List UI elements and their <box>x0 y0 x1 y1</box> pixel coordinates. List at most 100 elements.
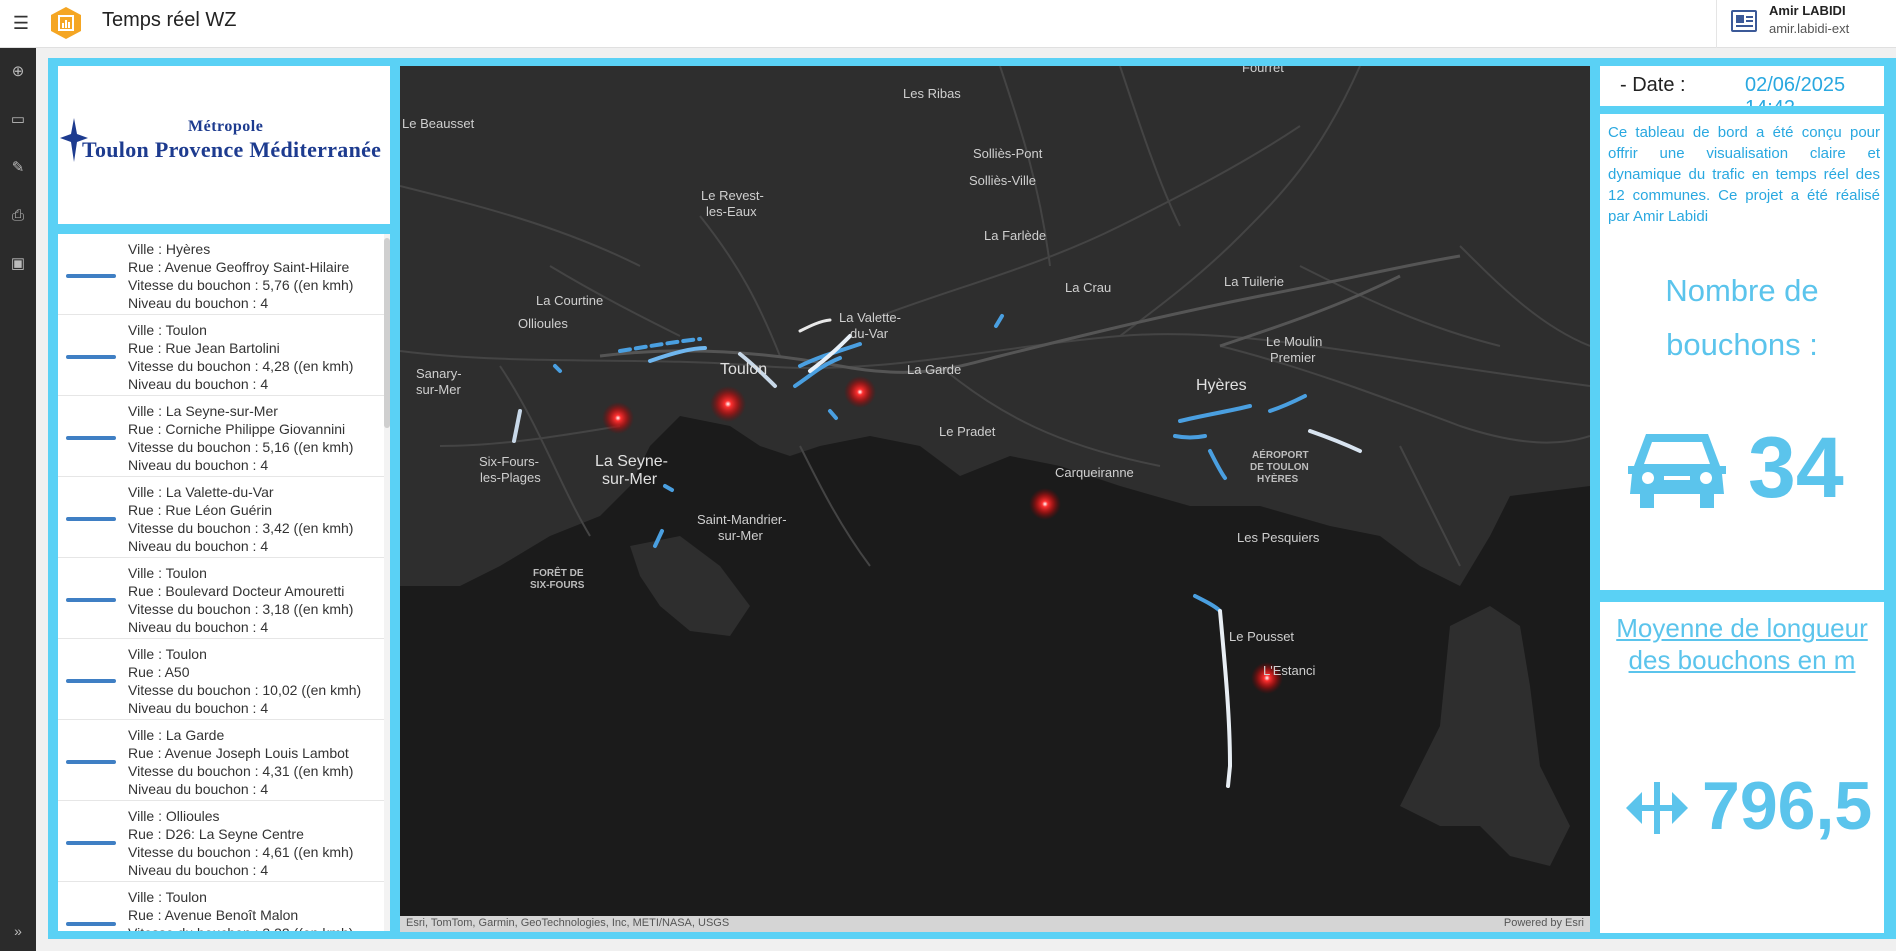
jam-ville: Ville : La Seyne-sur-Mer <box>128 403 278 419</box>
logo-line-1: Métropole <box>188 118 264 135</box>
jam-niveau: Niveau du bouchon : 4 <box>128 619 269 635</box>
jam-count-indicator[interactable]: Nombre de bouchons : 34 <box>1600 254 1884 590</box>
jam-count-value: 34 <box>1748 420 1844 516</box>
avg-length-indicator[interactable]: Moyenne de longueur des bouchons en m 79… <box>1600 602 1884 933</box>
jam-rue: Rue : Boulevard Docteur Amouretti <box>128 583 345 599</box>
jam-list-scroll-thumb[interactable] <box>384 238 390 428</box>
map-label-le-moulin-1: Le Moulin <box>1266 334 1323 349</box>
user-card-icon <box>1731 10 1757 32</box>
map-label-le-pradet: Le Pradet <box>939 424 996 439</box>
map-label-lestanci: L'Estanci <box>1263 663 1316 678</box>
jam-list-item[interactable]: Ville : Toulon Rue : A50 Vitesse du boucho… <box>58 639 384 720</box>
dashboard: Métropole Toulon Provence Méditerranée V… <box>48 58 1896 939</box>
jam-vitesse: Vitesse du bouchon : 3,42 ((en kmh) <box>128 520 354 536</box>
left-toolbar: ⊕ ▭ ✎ ⎙ ▣ » <box>0 48 36 951</box>
jam-vitesse: Vitesse du bouchon : 5,16 ((en kmh) <box>128 439 354 455</box>
top-bar: ☰ Temps réel WZ Amir LABIDI amir.labidi-… <box>0 0 1896 48</box>
map-label-la-tuilerie: La Tuilerie <box>1224 274 1284 289</box>
expand-icon[interactable]: » <box>6 919 30 943</box>
avg-length-title[interactable]: Moyenne de longueur des bouchons en m <box>1600 612 1884 676</box>
jam-list-item[interactable]: Ville : La Garde Rue : Avenue Joseph Loui… <box>58 720 384 801</box>
organization-logo: Métropole Toulon Provence Méditerranée <box>58 66 390 224</box>
map-label-le-pousset: Le Pousset <box>1229 629 1295 644</box>
jam-ville: Ville : Toulon <box>128 322 207 338</box>
jam-list-item[interactable]: Ville : La Seyne-sur-Mer Rue : Corniche P… <box>58 396 384 477</box>
jam-details: Ville : Toulon Rue : Rue Jean Bartolini Vi… <box>128 321 353 393</box>
jam-details: Ville : Toulon Rue : Boulevard Docteur Am… <box>128 564 353 636</box>
date-label: - Date : <box>1620 74 1686 96</box>
jam-ville: Ville : Toulon <box>128 889 207 905</box>
jam-list-scroll[interactable]: Ville : Hyères Rue : Avenue Geoffroy Sain… <box>58 234 384 931</box>
jam-list-item[interactable]: Ville : Toulon Rue : Boulevard Docteur Am… <box>58 558 384 639</box>
user-username: amir.labidi-ext <box>1769 21 1850 36</box>
avg-length-value: 796,5 <box>1702 768 1873 844</box>
jam-line-symbol-icon <box>66 436 116 440</box>
jam-niveau: Niveau du bouchon : 4 <box>128 781 269 797</box>
save-icon[interactable]: ▣ <box>6 252 30 276</box>
jam-rue: Rue : D26: La Seyne Centre <box>128 826 304 842</box>
jam-ville: Ville : Toulon <box>128 646 207 662</box>
map-label-fourret: Fourret <box>1242 66 1284 75</box>
map-label-seyne-2: sur-Mer <box>602 471 658 488</box>
map-canvas[interactable] <box>400 66 1590 932</box>
palette-icon[interactable]: ✎ <box>6 156 30 180</box>
logo-line-2: Toulon Provence Méditerranée <box>82 137 382 162</box>
map-label-sollies-ville: Solliès-Ville <box>969 173 1036 188</box>
jam-list-item[interactable]: Ville : Toulon Rue : Rue Jean Bartolini Vi… <box>58 315 384 396</box>
map-label-les-ribas: Les Ribas <box>903 86 961 101</box>
add-icon[interactable]: ⊕ <box>6 60 30 84</box>
jam-details: Ville : Toulon Rue : Avenue Benoît MalonV… <box>128 888 353 931</box>
jam-line-symbol-icon <box>66 517 116 521</box>
map-label-aeroport-1: AÉROPORT <box>1252 450 1309 461</box>
map-label-les-pesquiers: Les Pesquiers <box>1237 530 1320 545</box>
jam-count-title: Nombre de bouchons : <box>1665 273 1819 362</box>
jam-details: Ville : La Valette-du-Var Rue : Rue Léon … <box>128 483 353 555</box>
attribution-sources: Esri, TomTom, Garmin, GeoTechnologies, I… <box>406 917 730 929</box>
jam-vitesse: Vitesse du bouchon : 5,76 ((en kmh) <box>128 277 354 293</box>
jam-ville: Ville : Toulon <box>128 565 207 581</box>
traffic-map[interactable]: Fourret Les Ribas Le Beausset Solliès-Po… <box>400 66 1590 932</box>
map-label-valette-1: La Valette- <box>839 310 901 325</box>
map-label-hyeres: Hyères <box>1196 377 1247 394</box>
map-label-sollies-pont: Solliès-Pont <box>973 146 1043 161</box>
app-logo-icon <box>51 7 81 39</box>
jam-list-item[interactable]: Ville : La Valette-du-Var Rue : Rue Léon … <box>58 477 384 558</box>
monitor-icon[interactable]: ▭ <box>6 108 30 132</box>
jam-vitesse: Vitesse du bouchon : 10,02 ((en kmh) <box>128 682 362 698</box>
jam-line-symbol-icon <box>66 679 116 683</box>
jam-line-symbol-icon <box>66 598 116 602</box>
map-label-aeroport-3: HYÈRES <box>1257 474 1299 485</box>
jam-ville: Ville : La Garde <box>128 727 225 743</box>
map-label-st-mandrier-2: sur-Mer <box>718 528 763 543</box>
user-name: Amir LABIDI <box>1769 3 1846 18</box>
map-label-ollioules: Ollioules <box>518 316 568 331</box>
jam-details: Ville : La Garde Rue : Avenue Joseph Loui… <box>128 726 353 798</box>
powered-by-esri[interactable]: Powered by Esri <box>1504 917 1584 929</box>
jam-list[interactable]: Ville : Hyères Rue : Avenue Geoffroy Sain… <box>58 234 390 931</box>
jam-rue: Rue : Corniche Philippe Giovannini <box>128 421 346 437</box>
jam-niveau: Niveau du bouchon : 4 <box>128 700 269 716</box>
map-label-revest-2: les-Eaux <box>706 204 757 219</box>
jam-list-item[interactable]: Ville : Toulon Rue : Avenue Benoît MalonV… <box>58 882 384 931</box>
car-icon <box>1628 434 1726 508</box>
jam-line-symbol-icon <box>66 760 116 764</box>
jam-vitesse: Vitesse du bouchon : 3,18 ((en kmh) <box>128 601 354 617</box>
print-icon[interactable]: ⎙ <box>6 204 30 228</box>
jam-niveau: Niveau du bouchon : 4 <box>128 538 269 554</box>
jam-list-item[interactable]: Ville : Hyères Rue : Avenue Geoffroy Sain… <box>58 234 384 315</box>
jam-vitesse: Vitesse du bouchon : 3,32 ((en kmh) <box>128 924 353 931</box>
user-menu[interactable]: Amir LABIDI amir.labidi-ext <box>1716 0 1896 48</box>
jam-ville: Ville : Ollioules <box>128 808 220 824</box>
jam-list-scrollbar[interactable] <box>384 234 390 931</box>
jam-rue: Rue : A50 <box>128 664 190 680</box>
map-label-six-fours-2: les-Plages <box>480 470 541 485</box>
jam-vitesse: Vitesse du bouchon : 4,28 ((en kmh) <box>128 358 354 374</box>
map-label-toulon: Toulon <box>720 361 768 378</box>
jam-vitesse: Vitesse du bouchon : 4,31 ((en kmh) <box>128 763 354 779</box>
map-label-sanary-2: sur-Mer <box>416 382 461 397</box>
jam-line-symbol-icon <box>66 841 116 845</box>
map-label-seyne-1: La Seyne- <box>595 453 668 470</box>
jam-list-item[interactable]: Ville : Ollioules Rue : D26: La Seyne Cen… <box>58 801 384 882</box>
hamburger-icon[interactable]: ☰ <box>8 10 34 36</box>
map-label-la-farlede: La Farlède <box>984 228 1047 243</box>
